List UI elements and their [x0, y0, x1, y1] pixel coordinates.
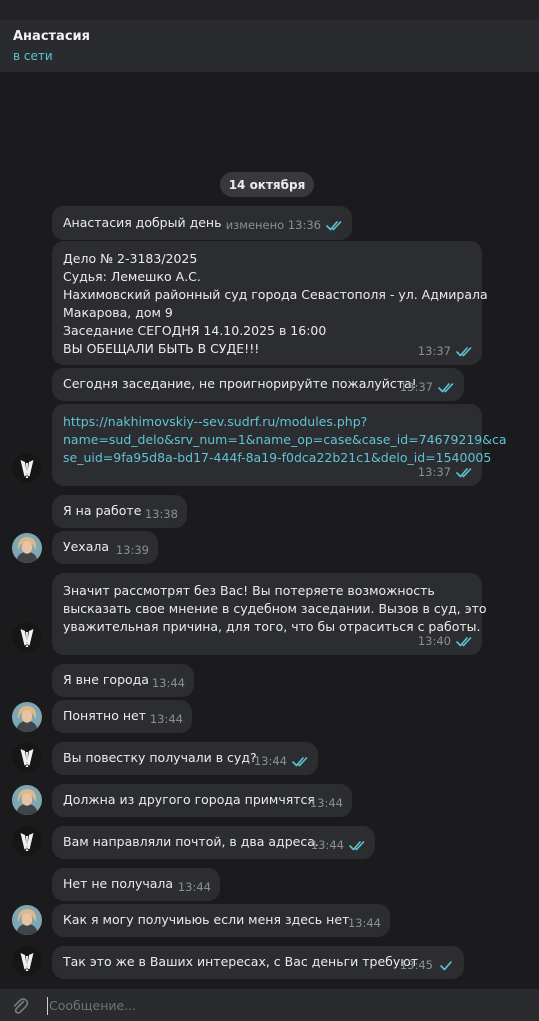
message-time: 13:44	[151, 676, 185, 690]
sender-avatar[interactable]	[12, 742, 42, 772]
double-check-icon	[438, 382, 455, 393]
contact-avatar[interactable]	[12, 702, 42, 732]
outgoing-message[interactable]: Вам направляли почтой, в два адреса. 13:…	[52, 826, 375, 859]
message-time: 13:38	[144, 507, 178, 521]
incoming-message[interactable]: Понятно нет 13:44	[52, 700, 192, 733]
contact-avatar[interactable]	[12, 785, 42, 815]
text-cursor	[47, 997, 48, 1015]
incoming-message[interactable]: Должна из другого города примчятся 13:44	[52, 784, 352, 817]
message-time: 13:39	[115, 543, 149, 557]
message-time: изменено 13:36	[225, 218, 321, 232]
message-time: 13:37	[417, 465, 451, 479]
incoming-message[interactable]: Я вне города 13:44	[52, 664, 194, 697]
message-time: 13:44	[310, 838, 344, 852]
sender-avatar[interactable]	[12, 453, 42, 483]
chat-header[interactable]: Анастасия в сети	[0, 20, 539, 72]
message-time: 13:40	[417, 634, 451, 648]
double-check-icon	[292, 756, 309, 767]
double-check-icon	[456, 346, 473, 357]
user-photo-icon	[12, 533, 42, 563]
incoming-message[interactable]: Уехала 13:39	[52, 531, 158, 564]
outgoing-message[interactable]: Дело № 2-3183/2025 Судья: Лемешко А.С. Н…	[52, 241, 488, 365]
check-icon	[438, 960, 455, 971]
sender-avatar[interactable]	[12, 826, 42, 856]
lawyer-logo-icon	[12, 826, 42, 856]
contact-status: в сети	[13, 49, 53, 63]
lawyer-logo-icon	[12, 946, 42, 976]
message-text: Я вне города	[63, 672, 149, 687]
sender-avatar[interactable]	[12, 622, 42, 652]
message-text: Должна из другого города примчятся	[63, 792, 315, 807]
message-text: Значит рассмотрят без Вас! Вы потеряете …	[63, 583, 487, 634]
outgoing-message[interactable]: https://nakhimovskiy--sev.sudrf.ru/modul…	[52, 404, 507, 486]
incoming-message[interactable]: Нет не получала 13:44	[52, 868, 220, 901]
message-time: 13:44	[347, 916, 381, 930]
message-text: Так это же в Ваших интересах, с Вас день…	[63, 954, 419, 969]
message-time: 13:37	[417, 344, 451, 358]
message-input[interactable]	[46, 989, 526, 1021]
incoming-message[interactable]: Как я могу получиьюь если меня здесь нет…	[52, 904, 390, 937]
message-link[interactable]: https://nakhimovskiy--sev.sudrf.ru/modul…	[63, 413, 507, 467]
outgoing-message[interactable]: Вы повестку получали в суд? 13:44	[52, 742, 318, 775]
contact-name[interactable]: Анастасия	[13, 29, 90, 44]
message-time: 13:44	[149, 712, 183, 726]
contact-avatar[interactable]	[12, 533, 42, 563]
double-check-icon	[456, 636, 473, 647]
message-text: Анастасия добрый день	[63, 215, 222, 230]
message-time: 13:44	[309, 796, 343, 810]
message-text: Как я могу получиьюь если меня здесь нет	[63, 912, 350, 927]
message-text: Сегодня заседание, не проигнорируйте пож…	[63, 376, 417, 391]
date-separator: 14 октября	[220, 172, 314, 197]
window-top-bar	[0, 0, 539, 20]
contact-avatar[interactable]	[12, 905, 42, 935]
outgoing-message[interactable]: Сегодня заседание, не проигнорируйте пож…	[52, 368, 464, 401]
outgoing-message[interactable]: Значит рассмотрят без Вас! Вы потеряете …	[52, 573, 487, 655]
outgoing-message[interactable]: Анастасия добрый день изменено 13:36	[52, 206, 352, 240]
sender-avatar[interactable]	[12, 946, 42, 976]
message-text: Уехала	[63, 539, 110, 554]
message-time: 13:45	[399, 958, 433, 972]
message-time: 13:37	[399, 380, 433, 394]
outgoing-message[interactable]: Так это же в Ваших интересах, с Вас день…	[52, 946, 464, 979]
message-time: 13:44	[253, 754, 287, 768]
message-text: Я на работе	[63, 503, 142, 518]
double-check-icon	[456, 467, 473, 478]
user-photo-icon	[12, 785, 42, 815]
user-photo-icon	[12, 905, 42, 935]
double-check-icon	[349, 840, 366, 851]
incoming-message[interactable]: Я на работе 13:38	[52, 495, 187, 528]
message-composer	[0, 989, 539, 1021]
user-photo-icon	[12, 702, 42, 732]
message-text: Вы повестку получали в суд?	[63, 750, 257, 765]
lawyer-logo-icon	[12, 742, 42, 772]
double-check-icon	[326, 220, 343, 231]
lawyer-logo-icon	[12, 622, 42, 652]
message-time: 13:44	[177, 880, 211, 894]
message-text: Понятно нет	[63, 708, 146, 723]
paperclip-icon[interactable]	[10, 996, 30, 1016]
message-text: Нет не получала	[63, 876, 174, 891]
message-text: Вам направляли почтой, в два адреса.	[63, 834, 319, 849]
lawyer-logo-icon	[12, 453, 42, 483]
